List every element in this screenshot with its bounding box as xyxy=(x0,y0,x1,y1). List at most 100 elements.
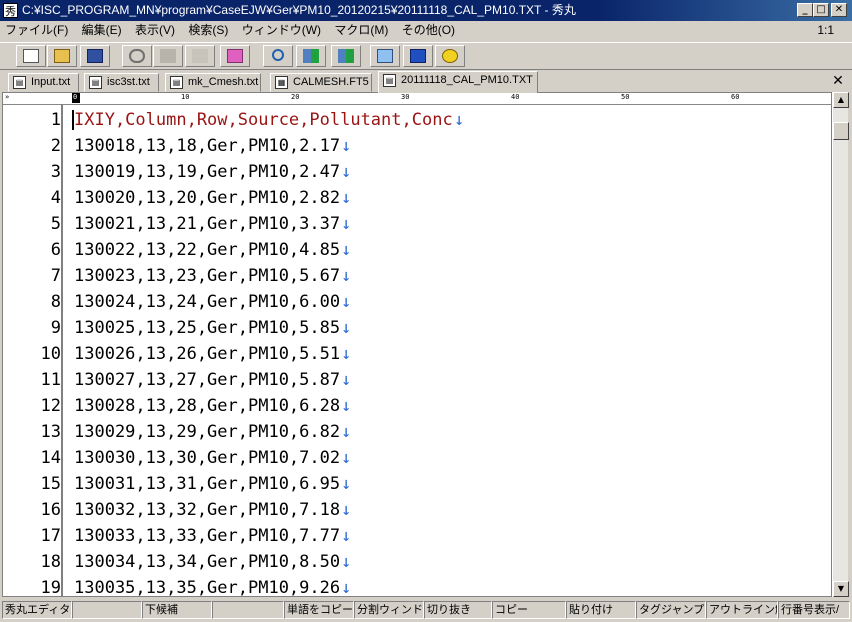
fkey-f1[interactable]: 秀丸エディタヘル xyxy=(2,601,72,619)
search-icon xyxy=(272,49,284,61)
split-window-button[interactable] xyxy=(403,45,433,67)
menu-window[interactable]: ウィンドウ(W) xyxy=(237,21,326,40)
end-of-line-arrow-icon: ↓ xyxy=(341,344,352,364)
fkey-f2[interactable] xyxy=(72,601,142,619)
end-of-line-arrow-icon: ↓ xyxy=(341,474,352,494)
end-of-line-arrow-icon: ↓ xyxy=(341,578,352,597)
document-icon: ▤ xyxy=(383,74,396,87)
undo-button[interactable] xyxy=(122,45,152,67)
menu-file[interactable]: ファイル(F) xyxy=(0,21,73,40)
text-line[interactable]: 10 130026,13,26,Ger,PM10,5.51 ↓ xyxy=(3,341,831,367)
data-line-text: 130020,13,20,Ger,PM10,2.82 xyxy=(74,188,341,208)
fkey-f3[interactable]: 下候補 xyxy=(142,601,212,619)
close-button[interactable]: ✕ xyxy=(831,3,847,17)
tab-calmesh-ft5[interactable]: ▦ CALMESH.FT5 xyxy=(270,73,372,92)
text-line[interactable]: 4 130020,13,20,Ger,PM10,2.82 ↓ xyxy=(3,185,831,211)
tab-20111118-cal-pm10[interactable]: ▤ 20111118_CAL_PM10.TXT xyxy=(378,71,538,93)
text-line[interactable]: 3 130019,13,19,Ger,PM10,2.47 ↓ xyxy=(3,159,831,185)
line-number: 17 xyxy=(40,526,61,546)
text-line[interactable]: 18 130034,13,34,Ger,PM10,8.50 ↓ xyxy=(3,549,831,575)
text-line[interactable]: 17 130033,13,33,Ger,PM10,7.77 ↓ xyxy=(3,523,831,549)
text-line[interactable]: 13 130029,13,29,Ger,PM10,6.82 ↓ xyxy=(3,419,831,445)
menu-view[interactable]: 表示(V) xyxy=(130,21,180,40)
end-of-line-arrow-icon: ↓ xyxy=(341,318,352,338)
minimize-button[interactable]: _ xyxy=(797,3,813,17)
copy-button[interactable] xyxy=(153,45,183,67)
menu-bar: ファイル(F) 編集(E) 表示(V) 検索(S) ウィンドウ(W) マクロ(M… xyxy=(0,21,852,40)
save-button[interactable] xyxy=(80,45,110,67)
fkey-f5[interactable]: 単語をコピー xyxy=(284,601,354,619)
fkey-f6[interactable]: 分割ウィンドウ切 xyxy=(354,601,424,619)
tab-label: isc3st.txt xyxy=(107,76,150,88)
end-of-line-arrow-icon: ↓ xyxy=(341,162,352,182)
tag-jump-icon xyxy=(377,49,393,63)
document-icon: ▤ xyxy=(89,76,102,89)
fkey-f11[interactable]: アウトライン解析 xyxy=(706,601,778,619)
fkey-f7[interactable]: 切り抜き xyxy=(424,601,492,619)
menu-edit[interactable]: 編集(E) xyxy=(77,21,127,40)
fkey-f8[interactable]: コピー xyxy=(492,601,566,619)
text-line[interactable]: 15 130031,13,31,Ger,PM10,6.95 ↓ xyxy=(3,471,831,497)
search-button[interactable] xyxy=(263,45,293,67)
text-line[interactable]: 12 130028,13,28,Ger,PM10,6.28 ↓ xyxy=(3,393,831,419)
text-line[interactable]: 2 130018,13,18,Ger,PM10,2.17 ↓ xyxy=(3,133,831,159)
menu-other[interactable]: その他(O) xyxy=(397,21,460,40)
line-number: 14 xyxy=(40,448,61,468)
scroll-thumb[interactable] xyxy=(833,122,849,140)
text-line[interactable]: 14 130030,13,30,Ger,PM10,7.02 ↓ xyxy=(3,445,831,471)
ruler-mark-20: 20 xyxy=(291,93,300,101)
data-line-text: 130032,13,32,Ger,PM10,7.18 xyxy=(74,500,341,520)
line-number: 10 xyxy=(40,344,61,364)
line-number: 4 xyxy=(50,188,61,208)
app-icon[interactable]: 秀 xyxy=(3,3,18,18)
tab-bar: ▤ Input.txt ▤ isc3st.txt ▤ mk_Cmesh.txt ▦ CA… xyxy=(0,71,852,93)
tab-isc3st-txt[interactable]: ▤ isc3st.txt xyxy=(84,73,159,92)
tab-input-txt[interactable]: ▤ Input.txt xyxy=(8,73,79,92)
tab-mk-cmesh-txt[interactable]: ▤ mk_Cmesh.txt xyxy=(165,73,261,92)
document-icon: ▤ xyxy=(170,76,183,89)
end-of-line-arrow-icon: ↓ xyxy=(341,214,352,234)
data-line-text: 130029,13,29,Ger,PM10,6.82 xyxy=(74,422,341,442)
end-of-line-arrow-icon: ↓ xyxy=(454,110,465,130)
text-line[interactable]: 11 130027,13,27,Ger,PM10,5.87 ↓ xyxy=(3,367,831,393)
tab-label: Input.txt xyxy=(31,76,71,88)
menu-macro[interactable]: マクロ(M) xyxy=(329,21,393,40)
close-tab-icon[interactable]: ✕ xyxy=(830,73,846,89)
maximize-button[interactable]: □ xyxy=(813,3,829,17)
end-of-line-arrow-icon: ↓ xyxy=(341,422,352,442)
text-line[interactable]: 16 130032,13,32,Ger,PM10,7.18 ↓ xyxy=(3,497,831,523)
fkey-f12[interactable]: 行番号表示/ xyxy=(778,601,850,619)
vertical-scrollbar[interactable]: ▲ ▼ xyxy=(832,92,849,597)
menu-search[interactable]: 検索(S) xyxy=(183,21,233,40)
text-line[interactable]: 8 130024,13,24,Ger,PM10,6.00 ↓ xyxy=(3,289,831,315)
data-line-text: 130030,13,30,Ger,PM10,7.02 xyxy=(74,448,341,468)
data-line-text: 130021,13,21,Ger,PM10,3.37 xyxy=(74,214,341,234)
fkey-f4[interactable] xyxy=(212,601,284,619)
tab-label: CALMESH.FT5 xyxy=(293,76,369,88)
text-line[interactable]: 19 130035,13,35,Ger,PM10,9.26 ↓ xyxy=(3,575,831,597)
tag-jump-button[interactable] xyxy=(370,45,400,67)
search-down-button[interactable] xyxy=(296,45,326,67)
tab-label: 20111118_CAL_PM10.TXT xyxy=(401,74,533,86)
text-line[interactable]: 5 130021,13,21,Ger,PM10,3.37 ↓ xyxy=(3,211,831,237)
search-up-icon xyxy=(338,49,354,63)
paste-button[interactable] xyxy=(220,45,250,67)
scroll-up-button[interactable]: ▲ xyxy=(833,92,849,108)
text-editor[interactable]: » 0 10 20 30 40 50 60 1 IXIY,Column,Row,S… xyxy=(2,92,832,597)
window-title: C:¥ISC_PROGRAM_MN¥program¥CaseEJW¥Ger¥PM… xyxy=(22,3,576,17)
fkey-f9[interactable]: 貼り付け xyxy=(566,601,636,619)
text-line[interactable]: 6 130022,13,22,Ger,PM10,4.85 ↓ xyxy=(3,237,831,263)
new-file-button[interactable] xyxy=(16,45,46,67)
line-number: 6 xyxy=(50,240,61,260)
fkey-f10[interactable]: タグジャンプ xyxy=(636,601,706,619)
help-button[interactable] xyxy=(435,45,465,67)
scroll-down-button[interactable]: ▼ xyxy=(833,581,849,597)
text-line[interactable]: 7 130023,13,23,Ger,PM10,5.67 ↓ xyxy=(3,263,831,289)
open-file-button[interactable] xyxy=(47,45,77,67)
search-up-button[interactable] xyxy=(331,45,361,67)
ruler-mark-30: 30 xyxy=(401,93,410,101)
text-line[interactable]: 9 130025,13,25,Ger,PM10,5.85 ↓ xyxy=(3,315,831,341)
line-number: 16 xyxy=(40,500,61,520)
text-line[interactable]: 1 IXIY,Column,Row,Source,Pollutant,Conc ↓ xyxy=(3,107,831,133)
cut-button[interactable] xyxy=(185,45,215,67)
